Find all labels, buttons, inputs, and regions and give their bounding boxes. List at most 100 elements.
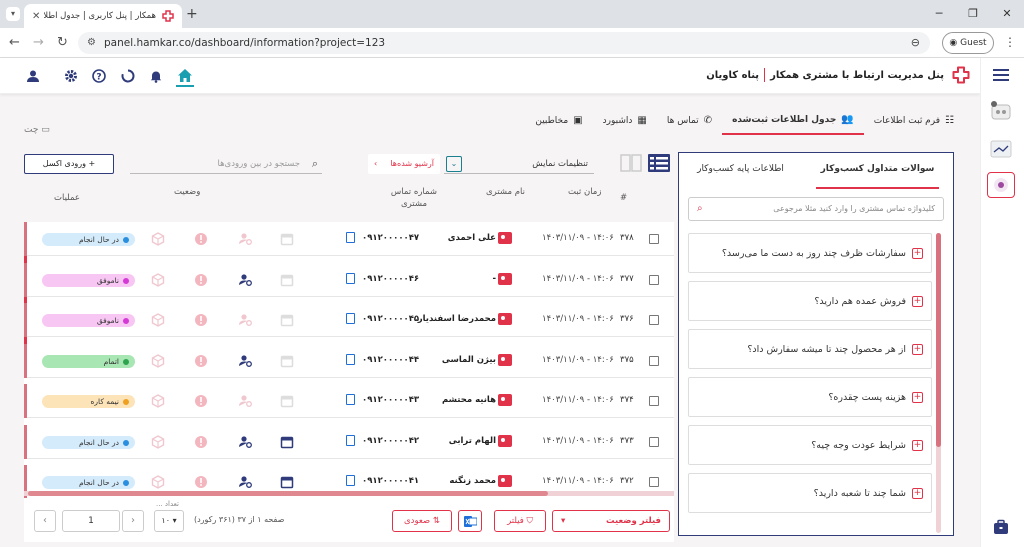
faq-item[interactable]: + شرایط عودت وجه چیه؟ [688,425,932,465]
status-badge[interactable]: ناموفق [42,273,135,287]
settings-icon[interactable] [62,67,80,85]
alert-icon[interactable] [194,475,208,489]
faq-scroll-thumb[interactable] [936,233,941,447]
horizontal-scroll-thumb[interactable] [28,491,548,496]
calendar-icon[interactable] [280,313,294,327]
package-icon[interactable] [151,434,165,449]
expand-plus-icon[interactable]: + [912,439,923,451]
tab-calls[interactable]: ✆ تماس ها [657,114,722,135]
help-icon[interactable]: ? [90,67,108,85]
table-row[interactable]: ۳۷۸ ۱۴۰۳/۱۱/۰۹ - ۱۴:۰۶ علی احمدی ۰۹۱۲۰۰۰۰۰۴… [24,222,674,256]
status-badge[interactable]: اتمام [42,354,135,368]
sidebar-app-chart[interactable] [987,136,1015,162]
customer-card-icon[interactable] [498,353,512,366]
alert-icon[interactable] [194,313,208,327]
row-checkbox[interactable] [649,436,659,447]
page-number-input[interactable]: 1 [62,510,120,532]
hamburger-menu-icon[interactable] [987,62,1015,88]
copy-icon[interactable] [346,272,355,284]
table-row[interactable]: ۳۷۳ ۱۴۰۳/۱۱/۰۹ - ۱۴:۰۶ الهام ترابی ۰۹۱۲۰۰۰۰… [24,424,674,459]
count-select[interactable]: ۱۰ ▾ [154,510,184,532]
calendar-icon[interactable] [280,232,294,246]
customer-card-icon[interactable] [498,272,512,285]
copy-icon[interactable] [346,475,355,486]
assign-user-icon[interactable] [238,273,252,287]
copy-icon[interactable] [346,232,355,243]
alert-icon[interactable] [194,273,208,287]
guest-profile-button[interactable]: ◉ Guest [942,32,994,54]
sidebar-app-ai[interactable] [987,98,1015,124]
maximize-icon[interactable]: ❐ [956,0,990,28]
minimize-icon[interactable]: ─ [922,0,956,28]
row-checkbox[interactable] [649,477,659,487]
calendar-icon[interactable] [280,273,294,287]
assign-user-icon[interactable] [238,232,252,246]
assign-user-icon[interactable] [238,354,252,368]
url-field[interactable]: ⚙ panel.hamkar.co/dashboard/information?… [78,32,930,54]
tab-basic-info[interactable]: اطلاعات پایه کسب‌وکار [679,153,802,189]
expand-plus-icon[interactable]: + [912,247,923,259]
zoom-icon[interactable]: ⊖ [911,32,920,54]
copy-icon[interactable] [346,394,355,405]
tab-form[interactable]: ☷ فرم ثبت اطلاعات [864,114,964,135]
package-icon[interactable] [151,394,165,408]
sort-ascending-button[interactable]: ⇅ صعودی [392,510,452,532]
status-badge[interactable]: ناموفق [42,314,135,327]
calendar-icon[interactable] [280,354,294,368]
row-checkbox[interactable] [649,234,659,244]
browser-tab[interactable]: همکار | پنل کاربری | جدول اطلاعا... ✕ [24,4,182,28]
chat-button[interactable]: چت ▭ [24,125,50,135]
alert-icon[interactable] [194,435,208,449]
status-badge[interactable]: در حال انجام [42,233,135,246]
assign-user-icon[interactable] [238,394,252,408]
customer-card-icon[interactable] [498,232,512,244]
tab-dashboard[interactable]: ▦ داشبورد [593,114,657,135]
copy-icon[interactable] [346,313,355,324]
customer-card-icon[interactable] [498,475,512,487]
new-tab-icon[interactable]: + [186,6,198,22]
back-icon[interactable]: ← [9,36,20,50]
expand-plus-icon[interactable]: + [912,343,923,355]
tab-faq[interactable]: سوالات متداول کسب‌وکار [816,153,939,189]
table-row[interactable]: ۳۷۶ ۱۴۰۳/۱۱/۰۹ - ۱۴:۰۶ محمدرضا اسفندیار ۰۹۱… [24,303,674,337]
forward-icon[interactable]: → [33,36,44,50]
customer-card-icon[interactable] [498,434,512,447]
faq-item[interactable]: + از هر محصول چند تا میشه سفارش داد؟ [688,329,932,369]
package-icon[interactable] [151,475,165,489]
close-window-icon[interactable]: ✕ [990,0,1024,28]
faq-search-input[interactable]: کلیدواژه تماس مشتری را وارد کنید مثلا مر… [688,197,944,221]
copy-icon[interactable] [346,353,355,365]
reload-icon[interactable]: ↻ [57,36,68,50]
home-icon[interactable] [176,65,194,87]
row-checkbox[interactable] [649,355,659,366]
tab-search-icon[interactable]: ▾ [6,7,20,21]
grid-view-icon[interactable] [620,154,642,172]
loading-icon[interactable] [119,67,137,85]
alert-icon[interactable] [194,232,208,246]
excel-export-button[interactable] [458,510,482,532]
horizontal-scrollbar[interactable] [24,491,674,496]
alert-icon[interactable] [194,354,208,368]
customer-card-icon[interactable] [498,313,512,325]
faq-scrollbar[interactable] [936,233,941,533]
status-badge[interactable]: در حال انجام [42,476,135,489]
calendar-icon[interactable] [280,475,294,489]
archived-button[interactable]: آرشیو شده‌ها › [368,154,440,174]
excel-import-button[interactable]: + ورودی اکسل [24,154,114,174]
row-checkbox[interactable] [649,396,659,406]
first-page-button[interactable]: ‹ [34,510,56,532]
table-row[interactable]: ۳۷۵ ۱۴۰۳/۱۱/۰۹ - ۱۴:۰۶ بیژن الماسی ۰۹۱۲۰۰۰۰… [24,343,674,378]
package-icon[interactable] [151,313,165,327]
calendar-icon[interactable] [280,435,294,449]
expand-plus-icon[interactable]: + [912,487,923,499]
close-tab-icon[interactable]: ✕ [32,11,40,22]
row-checkbox[interactable] [649,315,659,325]
list-view-icon[interactable] [648,154,670,172]
package-icon[interactable] [151,232,165,246]
table-row[interactable]: ۳۷۴ ۱۴۰۳/۱۱/۰۹ - ۱۴:۰۶ هانیه محتشم ۰۹۱۲۰۰۰۰… [24,384,674,418]
faq-item[interactable]: + شما چند تا شعبه دارید؟ [688,473,932,513]
status-badge[interactable]: نیمه کاره [42,395,135,408]
browser-menu-icon[interactable]: ⋮ [1004,35,1016,49]
package-icon[interactable] [151,353,165,368]
alert-icon[interactable] [194,394,208,408]
